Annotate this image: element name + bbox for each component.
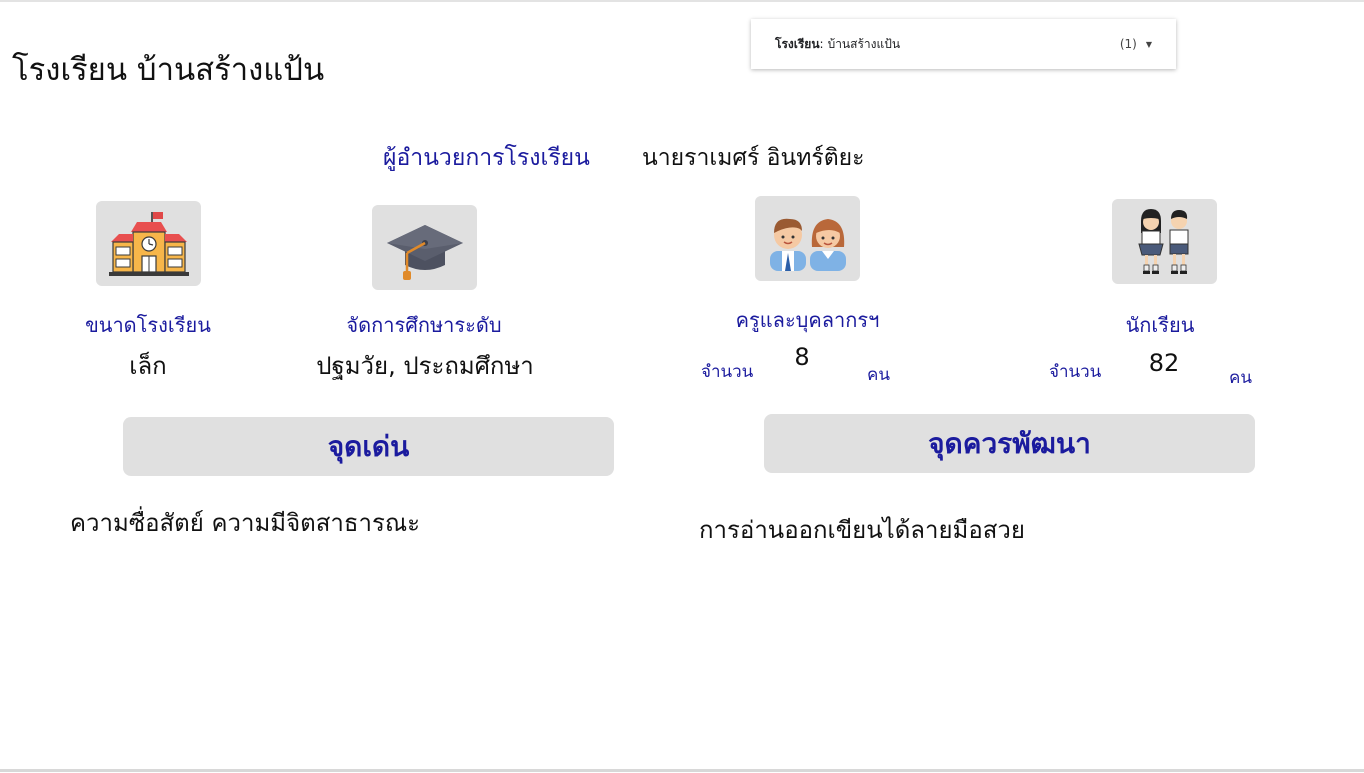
top-divider — [0, 0, 1364, 2]
filter-label: โรงเรียน — [775, 36, 820, 51]
bottom-divider — [0, 769, 1364, 772]
school-size-label: ขนาดโรงเรียน — [85, 313, 211, 337]
caret-down-icon[interactable]: ▼ — [1146, 40, 1152, 49]
education-level-value: ปฐมวัย, ประถมศึกษา — [316, 352, 534, 380]
students-unit: คน — [1229, 368, 1252, 388]
director-label: ผู้อำนวยการโรงเรียน — [383, 145, 590, 171]
graduation-cap-icon — [372, 205, 477, 290]
strengths-header: จุดเด่น — [123, 417, 614, 476]
school-building-icon — [96, 201, 201, 286]
staff-unit: คน — [867, 365, 890, 385]
students-icon — [1112, 199, 1217, 284]
staff-count: 8 — [794, 343, 810, 371]
students-label: นักเรียน — [1125, 313, 1195, 337]
page-title: โรงเรียน บ้านสร้างแป้น — [12, 52, 325, 88]
school-size-value: เล็ก — [129, 352, 167, 380]
staff-label: ครูและบุคลากรฯ — [735, 308, 880, 332]
teachers-icon — [755, 196, 860, 281]
filter-count: (1) — [1119, 37, 1137, 51]
improvements-header: จุดควรพัฒนา — [764, 414, 1255, 473]
education-level-label: จัดการศึกษาระดับ — [346, 313, 502, 337]
filter-separator: : — [819, 37, 824, 51]
director-name: นายราเมศร์ อินทร์ติยะ — [642, 145, 865, 171]
staff-count-label: จำนวน — [701, 362, 754, 382]
strengths-text: ความซื่อสัตย์ ความมีจิตสาธารณะ — [70, 509, 421, 537]
school-filter-dropdown[interactable]: โรงเรียน: บ้านสร้างแป้น (1) ▼ — [751, 19, 1176, 69]
report-page: โรงเรียน บ้านสร้างแป้น โรงเรียน: บ้านสร้… — [0, 0, 1364, 773]
improvements-text: การอ่านออกเขียนได้ลายมือสวย — [699, 516, 1025, 544]
filter-value: บ้านสร้างแป้น — [827, 36, 901, 51]
students-count: 82 — [1148, 349, 1180, 377]
students-count-label: จำนวน — [1049, 362, 1102, 382]
